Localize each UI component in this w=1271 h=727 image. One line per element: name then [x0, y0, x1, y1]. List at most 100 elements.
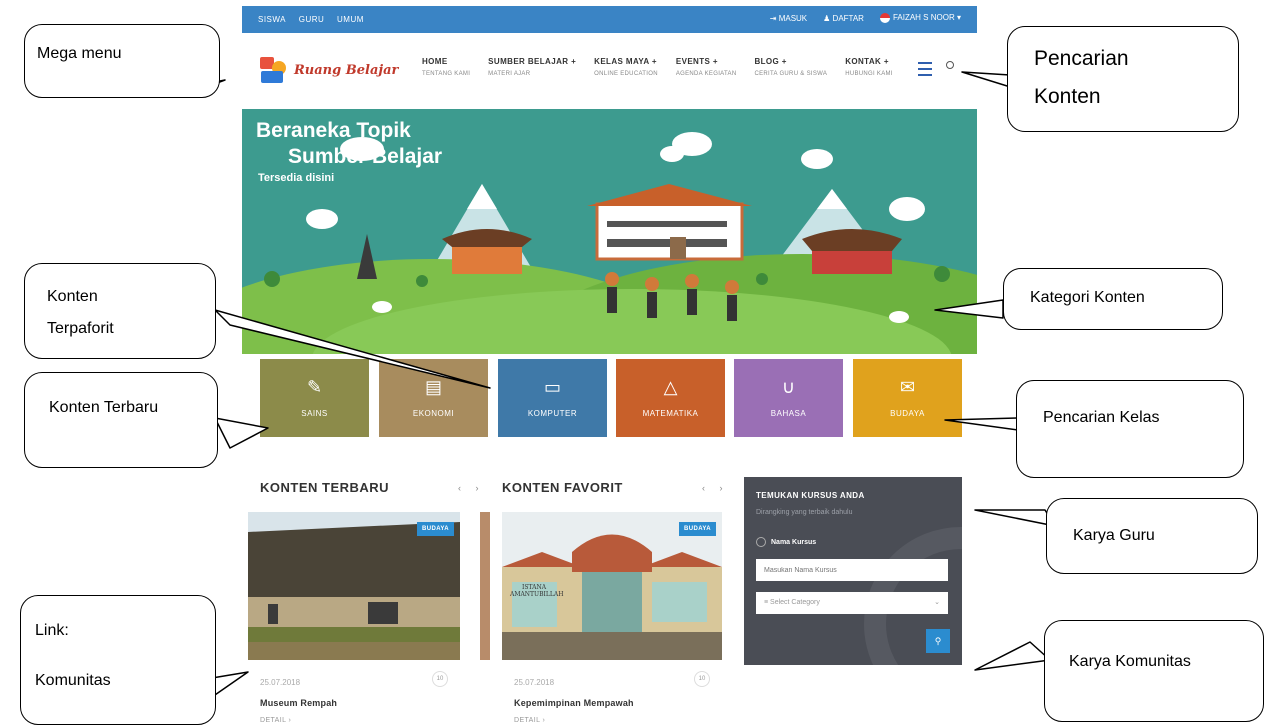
- pencil-icon: ✎: [306, 377, 323, 397]
- card-title[interactable]: Kepemimpinan Mempawah: [514, 698, 634, 708]
- latest-content-card[interactable]: BUDAYA 25.07.2018 10 Museum Rempah DETAI…: [248, 512, 460, 727]
- user-icon: ♟: [823, 13, 833, 23]
- card-date: 25.07.2018: [260, 678, 301, 687]
- menu-title: HOME: [422, 57, 448, 66]
- menu-events[interactable]: EVENTS + AGENDA KEGIATAN: [676, 57, 737, 77]
- login-label: MASUK: [778, 13, 808, 23]
- callout-text: Karya Guru: [1073, 527, 1155, 544]
- category-ekonomi[interactable]: ▤ EKONOMI: [379, 359, 488, 437]
- flag-icon: [879, 13, 890, 23]
- monitor-icon: ▭: [543, 377, 561, 397]
- category-tiles: ✎ SAINS ▤ EKONOMI ▭ KOMPUTER △ MATEMATIK…: [260, 359, 962, 437]
- latest-carousel-arrows[interactable]: ‹ ›: [458, 483, 485, 493]
- card-image: ISTANA AMANTUBILLAH BUDAYA: [502, 512, 722, 660]
- panel-subtitle: Dirangking yang terbaik dahulu: [756, 509, 853, 516]
- category-label: KOMPUTER: [527, 409, 578, 418]
- course-search-button[interactable]: ⚲: [926, 629, 950, 653]
- panel-title: TEMUKAN KURSUS ANDA: [756, 491, 865, 500]
- menu-title: KONTAK +: [845, 57, 889, 66]
- category-label: BAHASA: [770, 409, 807, 418]
- link-guru[interactable]: GURU: [299, 15, 325, 24]
- link-siswa[interactable]: SISWA: [258, 15, 286, 24]
- category-badge[interactable]: BUDAYA: [417, 522, 454, 536]
- hero-title-line2: Sumber Belajar: [288, 145, 443, 168]
- comment-count: 10: [694, 671, 710, 687]
- category-budaya[interactable]: ✉ BUDAYA: [853, 359, 962, 437]
- menu-blog[interactable]: BLOG + CERITA GURU & SISWA: [754, 57, 827, 77]
- category-matematika[interactable]: △ MATEMATIKA: [616, 359, 725, 437]
- caret-down-icon: ▾: [954, 13, 961, 23]
- register-link[interactable]: ♟ DAFTAR: [823, 14, 864, 23]
- callout-category: Kategori Konten: [1003, 268, 1223, 330]
- category-sains[interactable]: ✎ SAINS: [260, 359, 369, 437]
- audience-links: SISWA GURU UMUM: [258, 15, 374, 24]
- course-search-panel: TEMUKAN KURSUS ANDA Dirangking yang terb…: [744, 477, 962, 665]
- menu-home[interactable]: HOME TENTANG KAMI: [422, 57, 470, 77]
- callout-community-link: Link: Komunitas: [20, 595, 216, 725]
- category-bahasa[interactable]: ∪ BAHASA: [734, 359, 843, 437]
- hamburger-icon[interactable]: [918, 62, 932, 76]
- favorite-section-title: KONTEN FAVORIT: [502, 480, 623, 495]
- category-select[interactable]: ≡ Select Category ⌄: [756, 592, 948, 614]
- hero-subtitle: Tersedia disini: [258, 172, 335, 184]
- menu-title: KELAS MAYA +: [594, 57, 657, 66]
- register-label: DAFTAR: [832, 13, 864, 23]
- favorite-carousel-arrows[interactable]: ‹ ›: [702, 483, 729, 493]
- login-link[interactable]: ⇥ MASUK: [770, 14, 807, 23]
- logo-icon: [258, 55, 288, 85]
- callout-community-work: Karya Komunitas: [1044, 620, 1264, 722]
- callout-teacher-work: Karya Guru: [1046, 498, 1258, 574]
- callout-text: Link:: [35, 622, 69, 639]
- menu-title: EVENTS +: [675, 57, 718, 66]
- callout-text: Konten: [1034, 85, 1101, 108]
- select-value: Select Category: [770, 599, 820, 606]
- hero-title-line1: Beraneka Topik: [256, 119, 411, 142]
- search-icon[interactable]: [946, 61, 954, 69]
- menu-title: SUMBER BELAJAR +: [488, 57, 577, 66]
- callout-latest: Konten Terbaru: [24, 372, 218, 468]
- login-icon: ⇥: [769, 13, 779, 23]
- chevron-down-icon: ⌄: [934, 599, 940, 606]
- menu-kelas-maya[interactable]: KELAS MAYA + ONLINE EDUCATION: [594, 57, 658, 77]
- course-name-input[interactable]: [756, 559, 948, 581]
- detail-link[interactable]: DETAIL ›: [514, 717, 545, 724]
- menu-subtitle: CERITA GURU & SISWA: [754, 71, 828, 77]
- logo[interactable]: Ruang Belajar: [258, 55, 398, 85]
- category-label: MATEMATIKA: [642, 409, 699, 418]
- compass-icon: △: [663, 377, 678, 397]
- search-icon: ⚲: [934, 636, 942, 646]
- link-umum[interactable]: UMUM: [337, 15, 364, 24]
- card-title[interactable]: Museum Rempah: [260, 698, 337, 708]
- category-komputer[interactable]: ▭ KOMPUTER: [498, 359, 607, 437]
- menu-subtitle: TENTANG KAMI: [422, 71, 471, 77]
- menu-subtitle: HUBUNGI KAMI: [845, 71, 893, 77]
- card-date: 25.07.2018: [514, 678, 555, 687]
- category-label: SAINS: [301, 409, 328, 418]
- callout-text: Terpaforit: [47, 320, 114, 337]
- user-menu[interactable]: FAIZAH S NOOR ▾: [879, 13, 961, 23]
- document-icon: ▤: [424, 377, 442, 397]
- hero-banner: Beraneka Topik Sumber Belajar Tersedia d…: [242, 109, 977, 354]
- logo-text: Ruang Belajar: [294, 62, 399, 78]
- callout-text: Karya Komunitas: [1069, 653, 1191, 670]
- menu-sumber-belajar[interactable]: SUMBER BELAJAR + MATERI AJAR: [488, 57, 576, 77]
- callout-text: Konten Terbaru: [49, 399, 159, 416]
- user-name: FAIZAH S NOOR: [892, 13, 955, 23]
- detail-link[interactable]: DETAIL ›: [260, 717, 291, 724]
- callout-text: Komunitas: [35, 672, 111, 689]
- callout-class-search: Pencarian Kelas: [1016, 380, 1244, 478]
- radio-icon: [756, 537, 766, 547]
- menu-title: BLOG +: [754, 57, 787, 66]
- menu-subtitle: AGENDA KEGIATAN: [675, 71, 737, 77]
- card-image: BUDAYA: [248, 512, 460, 660]
- palace-sign: ISTANA AMANTUBILLAH: [510, 584, 564, 598]
- callout-text: Pencarian Kelas: [1043, 409, 1160, 426]
- favorite-content-card[interactable]: ISTANA AMANTUBILLAH BUDAYA 25.07.2018 10…: [502, 512, 722, 727]
- account-links: ⇥ MASUK ♟ DAFTAR FAIZAH S NOOR ▾: [770, 13, 961, 23]
- category-badge[interactable]: BUDAYA: [679, 522, 716, 536]
- callout-search-content: Pencarian Konten: [1007, 26, 1239, 132]
- course-name-radio[interactable]: Nama Kursus: [756, 537, 816, 547]
- callout-mega-menu: Mega menu: [24, 24, 220, 98]
- menu-subtitle: MATERI AJAR: [488, 71, 531, 77]
- menu-kontak[interactable]: KONTAK + HUBUNGI KAMI: [845, 57, 893, 77]
